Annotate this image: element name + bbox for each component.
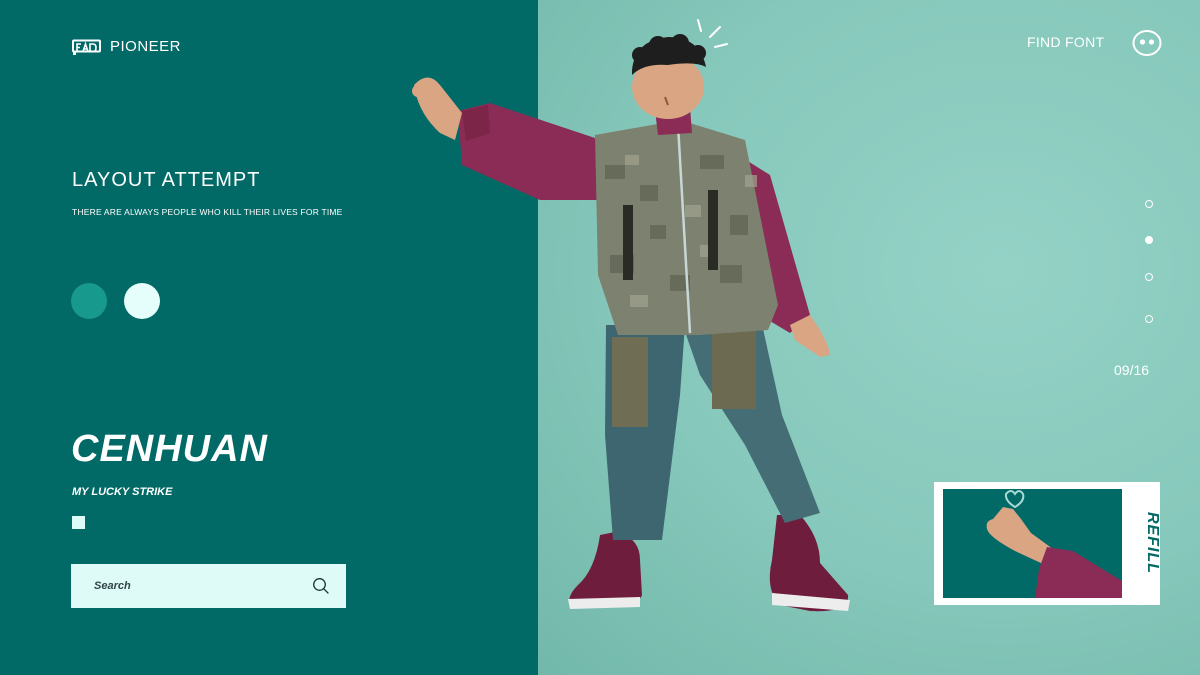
page-subline: THERE ARE ALWAYS PEOPLE WHO KILL THEIR L…	[72, 207, 343, 217]
page-headline: LAYOUT ATTEMPT	[72, 169, 261, 191]
logo-icon	[72, 39, 101, 55]
square-toggle[interactable]	[72, 516, 85, 529]
color-swatch-mint[interactable]	[124, 283, 160, 319]
find-font-link[interactable]: FIND FONT	[1027, 34, 1104, 50]
color-swatch-teal[interactable]	[71, 283, 107, 319]
page-dot[interactable]	[1145, 200, 1153, 208]
brand-name: CENHUAN	[71, 428, 268, 470]
page-dot[interactable]	[1145, 273, 1153, 281]
page-dot[interactable]	[1145, 315, 1153, 323]
logo-text: PIONEER	[110, 38, 182, 55]
face-icon[interactable]	[1132, 29, 1162, 57]
logo[interactable]: PIONEER	[72, 38, 181, 55]
search-bar	[71, 564, 346, 608]
page-dot-active[interactable]	[1145, 236, 1153, 244]
brand-tagline: MY LUCKY STRIKE	[72, 486, 173, 498]
character-illustration	[412, 19, 850, 612]
search-input[interactable]	[92, 579, 312, 593]
hand-thumbnail-image	[986, 490, 1122, 598]
page-counter: 09/16	[1114, 362, 1150, 378]
refill-label: REFILL	[1144, 512, 1161, 574]
refill-card[interactable]: REFILL	[934, 482, 1161, 605]
card-thumbnail	[943, 489, 1122, 598]
search-icon[interactable]	[312, 577, 330, 595]
